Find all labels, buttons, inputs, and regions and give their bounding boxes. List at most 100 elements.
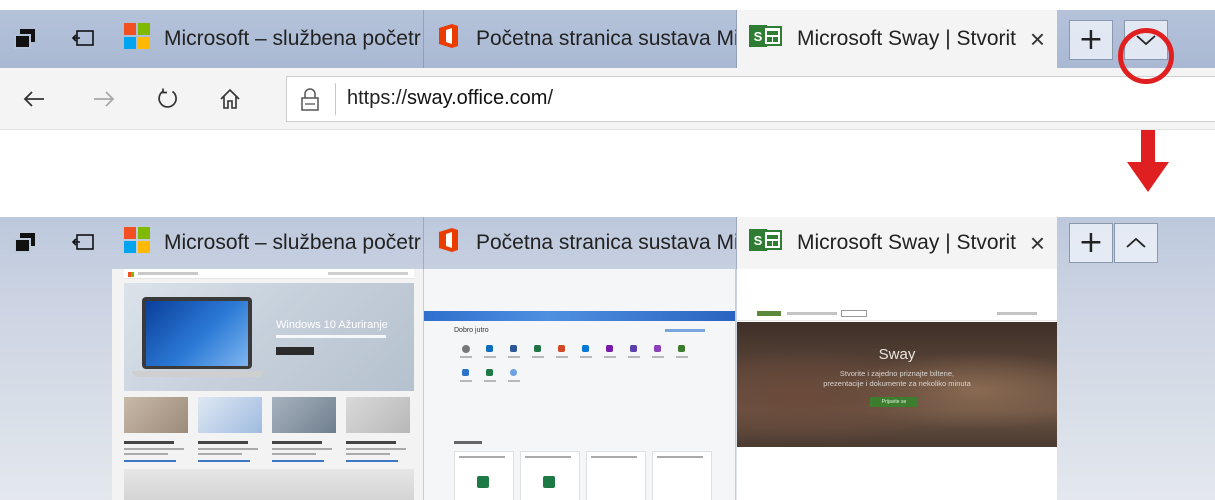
forward-arrow-icon bbox=[94, 91, 115, 107]
sway-logo-icon: S bbox=[749, 23, 783, 55]
tab-preview-office[interactable]: Dobro jutro bbox=[424, 269, 736, 500]
tab-preview-sway[interactable]: Sway Stvorite i zajedno priznajte bilten… bbox=[737, 269, 1057, 500]
app-icon bbox=[462, 369, 469, 376]
preview-header bbox=[737, 307, 1057, 321]
back-button[interactable] bbox=[12, 78, 56, 120]
tab-office[interactable]: Početna stranica sustava Mi bbox=[424, 217, 737, 269]
preview-hero-title: Sway bbox=[878, 346, 916, 363]
highlight-circle bbox=[1118, 28, 1174, 84]
microsoft-logo-icon bbox=[128, 272, 134, 277]
url-scheme: https:// bbox=[347, 87, 408, 109]
preview-section-title bbox=[454, 441, 482, 444]
preview-cards bbox=[124, 397, 414, 462]
app-icon bbox=[630, 345, 637, 352]
microsoft-logo-icon bbox=[124, 23, 150, 55]
tab-sway[interactable]: S Microsoft Sway | Stvorit × bbox=[737, 217, 1057, 269]
svg-text:S: S bbox=[754, 29, 763, 44]
tab-label: Početna stranica sustava Mi bbox=[476, 231, 737, 254]
preview-bottom-image bbox=[124, 469, 414, 500]
tab-microsoft[interactable]: Microsoft – službena početr bbox=[112, 217, 424, 269]
forward-button[interactable] bbox=[82, 78, 126, 120]
close-tab-icon[interactable]: × bbox=[1030, 24, 1045, 54]
laptop-base bbox=[132, 371, 264, 377]
app-icon bbox=[606, 345, 613, 352]
tab-office[interactable]: Početna stranica sustava Mi bbox=[424, 10, 737, 68]
preview-cta-label: Prijavite se bbox=[881, 399, 907, 405]
tab-label: Početna stranica sustava Mi bbox=[476, 27, 736, 50]
app-icon bbox=[510, 369, 517, 376]
refresh-icon bbox=[158, 88, 177, 108]
preview-doc-tile bbox=[586, 451, 646, 500]
back-arrow-icon bbox=[23, 91, 44, 107]
app-icon bbox=[654, 345, 661, 352]
preview-hero-title: Windows 10 Ažuriranje bbox=[276, 319, 388, 331]
tab-preview-toggle-button[interactable] bbox=[1114, 223, 1158, 263]
preview-doc-tile bbox=[652, 451, 712, 500]
app-icon bbox=[462, 345, 470, 353]
lock-icon bbox=[301, 88, 319, 111]
show-tabs-aside-icon[interactable] bbox=[58, 10, 108, 68]
preview-hero-subtitle: Stvorite i zajedno priznajte biltene, bbox=[839, 369, 955, 378]
url-text[interactable]: https://sway.office.com/ bbox=[347, 87, 553, 110]
microsoft-logo-icon bbox=[124, 227, 150, 259]
app-icon bbox=[510, 345, 517, 352]
new-tab-button[interactable]: + bbox=[1069, 20, 1113, 60]
tab-set-aside-icon[interactable] bbox=[0, 10, 50, 68]
sway-logo-icon: S bbox=[749, 227, 783, 259]
tab-microsoft[interactable]: Microsoft – službena početr bbox=[112, 10, 424, 68]
tab-bar: Microsoft – službena početr Početna stra… bbox=[0, 10, 1215, 68]
tab-label: Microsoft Sway | Stvorit bbox=[797, 231, 1017, 254]
office-logo-icon bbox=[436, 227, 462, 259]
app-icon bbox=[558, 345, 565, 352]
close-tab-icon[interactable]: × bbox=[1030, 228, 1045, 258]
tab-label: Microsoft Sway | Stvorit bbox=[797, 27, 1017, 50]
preview-nav bbox=[787, 312, 837, 315]
home-icon bbox=[220, 88, 240, 109]
preview-hero-subtitle: prezentacije i dokumente za nekoliko min… bbox=[823, 379, 971, 388]
tab-bar: Microsoft – službena početr Početna stra… bbox=[0, 217, 1215, 269]
down-arrow-annotation-icon bbox=[1127, 130, 1169, 192]
microsoft-logo-icon bbox=[757, 311, 781, 316]
new-tab-button[interactable]: + bbox=[1069, 223, 1113, 263]
svg-text:S: S bbox=[754, 233, 763, 248]
preview-doc-tile bbox=[520, 451, 580, 500]
tab-label: Microsoft – službena početr bbox=[164, 27, 421, 50]
preview-hero-button bbox=[276, 347, 314, 355]
preview-hero: Windows 10 Ažuriranje bbox=[124, 283, 414, 391]
plus-icon: + bbox=[1078, 22, 1104, 57]
app-icon bbox=[534, 345, 541, 352]
home-button[interactable] bbox=[208, 78, 252, 120]
app-icon bbox=[486, 345, 493, 352]
tab-preview-microsoft[interactable]: Windows 10 Ažuriranje bbox=[112, 269, 424, 500]
card-image bbox=[124, 397, 188, 433]
screenshot-root: Microsoft – službena početr Početna stra… bbox=[0, 0, 1215, 500]
card-image bbox=[198, 397, 262, 433]
address-bar[interactable]: https://sway.office.com/ bbox=[286, 76, 1215, 122]
preview-greeting: Dobro jutro bbox=[454, 327, 489, 334]
url-path: / bbox=[547, 87, 554, 109]
app-icon bbox=[582, 345, 589, 352]
preview-nav-right bbox=[328, 272, 408, 275]
preview-nav-right bbox=[997, 312, 1037, 315]
preview-app-grid bbox=[460, 345, 702, 405]
app-icon bbox=[486, 369, 493, 376]
card-image bbox=[272, 397, 336, 433]
plus-icon: + bbox=[1078, 225, 1104, 260]
preview-hero: Sway Stvorite i zajedno priznajte bilten… bbox=[737, 322, 1057, 447]
app-icon bbox=[678, 345, 685, 352]
chevron-up-icon bbox=[1126, 237, 1146, 248]
tab-label: Microsoft – službena početr bbox=[164, 231, 421, 254]
tab-set-aside-icon[interactable] bbox=[0, 217, 50, 269]
preview-install-link bbox=[665, 329, 705, 332]
url-domain: sway.office.com bbox=[407, 87, 548, 109]
address-toolbar: https://sway.office.com/ bbox=[0, 68, 1215, 130]
browser-collapsed: Microsoft – službena početr Početna stra… bbox=[0, 10, 1215, 130]
preview-nav bbox=[138, 272, 198, 275]
refresh-button[interactable] bbox=[146, 78, 190, 120]
office-logo-icon bbox=[436, 23, 462, 55]
preview-header bbox=[124, 269, 414, 279]
show-tabs-aside-icon[interactable] bbox=[58, 217, 108, 269]
preview-hero-subtitle bbox=[276, 335, 386, 338]
laptop-image bbox=[142, 297, 252, 369]
tab-sway[interactable]: S Microsoft Sway | Stvorit × bbox=[737, 10, 1057, 68]
